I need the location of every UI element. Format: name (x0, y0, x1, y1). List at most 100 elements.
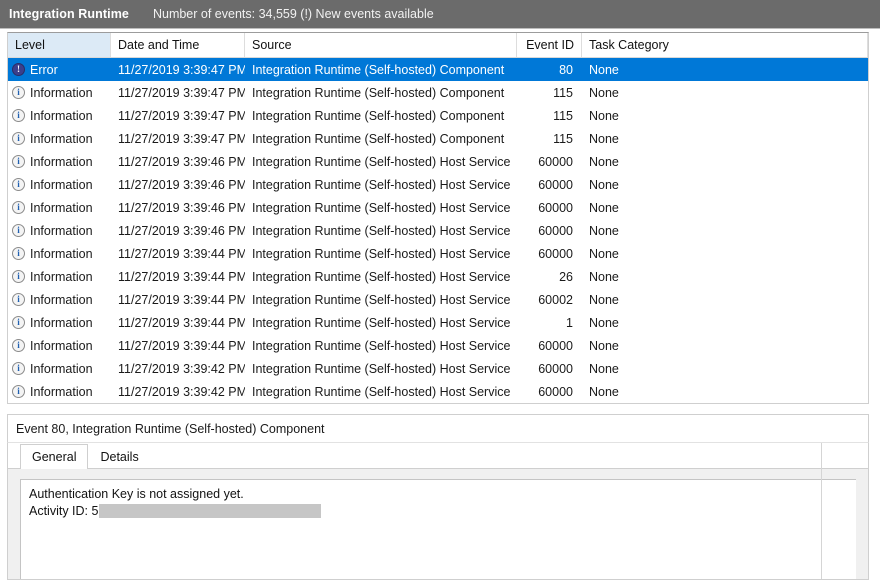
column-header-label: Source (252, 38, 292, 52)
cell-event-id: 1 (517, 311, 582, 334)
level-label: Information (30, 293, 93, 307)
cell-task-category: None (582, 357, 868, 380)
level-label: Information (30, 178, 93, 192)
cell-level: iInformation (8, 196, 111, 219)
cell-source: Integration Runtime (Self-hosted) Host S… (245, 311, 517, 334)
cell-task-category: None (582, 288, 868, 311)
event-row[interactable]: iInformation11/27/2019 3:39:47 PMIntegra… (8, 104, 868, 127)
event-row[interactable]: !Error11/27/2019 3:39:47 PMIntegration R… (8, 58, 868, 81)
event-detail-header: Event 80, Integration Runtime (Self-host… (7, 414, 869, 442)
cell-level: i Information (8, 380, 111, 403)
information-icon: i (12, 293, 25, 306)
information-icon: i (12, 362, 25, 375)
cell-task-category: None (582, 58, 868, 81)
level-label: Information (30, 155, 93, 169)
banner-status: Number of events: 34,559 (!) New events … (129, 7, 434, 21)
cell-task-category: None (582, 104, 868, 127)
level-label: Information (30, 132, 93, 146)
cell-date-and-time: 11/27/2019 3:39:42 PM (111, 357, 245, 380)
information-icon: i (12, 316, 25, 329)
cell-event-id: 26 (517, 265, 582, 288)
cell-source: Integration Runtime (Self-hosted) Host S… (245, 173, 517, 196)
event-row[interactable]: iInformation11/27/2019 3:39:42 PMIntegra… (8, 357, 868, 380)
tab-general[interactable]: General (20, 444, 88, 468)
event-list-header-row: Level Date and Time Source Event ID Task Cat… (8, 33, 868, 58)
event-row[interactable]: i Information 11/27/2019 3:39:42 PMIntegra… (8, 380, 868, 403)
cell-task-category: None (582, 173, 868, 196)
column-header-label: Level (15, 38, 45, 52)
cell-date-and-time: 11/27/2019 3:39:42 PM (111, 380, 245, 403)
cell-date-and-time: 11/27/2019 3:39:47 PM (111, 104, 245, 127)
cell-level: i Information (8, 173, 111, 196)
event-row[interactable]: iInformation11/27/2019 3:39:44 PMIntegra… (8, 288, 868, 311)
cell-level: iInformation (8, 334, 111, 357)
column-header-date[interactable]: Date and Time (111, 33, 245, 57)
information-icon: i (12, 270, 25, 283)
event-message-box[interactable]: Authentication Key is not assigned yet. … (20, 479, 856, 580)
information-icon: i (12, 339, 25, 352)
cell-source: Integration Runtime (Self-hosted) Compon… (245, 127, 517, 150)
event-row[interactable]: i Information 11/27/2019 3:39:46 PMIntegra… (8, 173, 868, 196)
column-header-source[interactable]: Source (245, 33, 517, 57)
event-row[interactable]: i Information 11/27/2019 3:39:46 PMIntegra… (8, 219, 868, 242)
event-row[interactable]: iInformation11/27/2019 3:39:44 PMIntegra… (8, 242, 868, 265)
cell-date-and-time: 11/27/2019 3:39:44 PM (111, 334, 245, 357)
cell-source: Integration Runtime (Self-hosted) Host S… (245, 242, 517, 265)
event-row[interactable]: iInformation11/27/2019 3:39:46 PMIntegra… (8, 150, 868, 173)
event-list-body[interactable]: !Error11/27/2019 3:39:47 PMIntegration R… (8, 58, 868, 403)
column-header-task[interactable]: Task Category (582, 33, 868, 57)
level-label: Information (30, 316, 93, 330)
cell-source: Integration Runtime (Self-hosted) Host S… (245, 380, 517, 403)
event-row[interactable]: iInformation11/27/2019 3:39:44 PMIntegra… (8, 265, 868, 288)
level-label: Information (30, 224, 93, 238)
cell-source: Integration Runtime (Self-hosted) Compon… (245, 104, 517, 127)
cell-task-category: None (582, 311, 868, 334)
level-label: Information (30, 247, 93, 261)
information-icon: i (12, 201, 25, 214)
column-header-event-id[interactable]: Event ID (517, 33, 582, 57)
cell-event-id: 60000 (517, 242, 582, 265)
cell-task-category: None (582, 219, 868, 242)
cell-level: !Error (8, 58, 111, 81)
cell-source: Integration Runtime (Self-hosted) Host S… (245, 150, 517, 173)
cell-source: Integration Runtime (Self-hosted) Host S… (245, 219, 517, 242)
level-label: Information (30, 385, 93, 399)
cell-source: Integration Runtime (Self-hosted) Host S… (245, 334, 517, 357)
cell-level: i Information (8, 265, 111, 288)
information-icon: i (12, 224, 25, 237)
detail-pane-right-divider (821, 443, 822, 579)
event-row[interactable]: iInformation11/27/2019 3:39:47 PMIntegra… (8, 127, 868, 150)
level-label: Information (30, 270, 93, 284)
cell-source: Integration Runtime (Self-hosted) Host S… (245, 196, 517, 219)
cell-level: i Information (8, 219, 111, 242)
cell-date-and-time: 11/27/2019 3:39:46 PM (111, 173, 245, 196)
cell-level: i Information (8, 357, 111, 380)
cell-task-category: None (582, 242, 868, 265)
level-label: Information (30, 362, 93, 376)
information-icon: i (12, 86, 25, 99)
banner-title: Integration Runtime (0, 7, 129, 21)
information-icon: i (12, 178, 25, 191)
tab-details[interactable]: Details (88, 444, 150, 468)
cell-event-id: 115 (517, 127, 582, 150)
event-row[interactable]: iInformation11/27/2019 3:39:44 PMIntegra… (8, 311, 868, 334)
column-header-level[interactable]: Level (8, 33, 111, 57)
cell-task-category: None (582, 380, 868, 403)
information-icon: i (12, 385, 25, 398)
cell-date-and-time: 11/27/2019 3:39:46 PM (111, 219, 245, 242)
cell-date-and-time: 11/27/2019 3:39:47 PM (111, 58, 245, 81)
cell-date-and-time: 11/27/2019 3:39:44 PM (111, 288, 245, 311)
event-row[interactable]: iInformation11/27/2019 3:39:44 PMIntegra… (8, 334, 868, 357)
column-header-label: Event ID (526, 38, 574, 52)
message-line-2: Activity ID: 5 (29, 503, 848, 520)
cell-date-and-time: 11/27/2019 3:39:46 PM (111, 150, 245, 173)
event-row[interactable]: iInformation11/27/2019 3:39:47 PMIntegra… (8, 81, 868, 104)
cell-level: iInformation (8, 242, 111, 265)
pane-banner: Integration Runtime Number of events: 34… (0, 0, 880, 29)
event-row[interactable]: iInformation11/27/2019 3:39:46 PMIntegra… (8, 196, 868, 219)
cell-task-category: None (582, 127, 868, 150)
tab-label: Details (100, 450, 138, 464)
cell-date-and-time: 11/27/2019 3:39:47 PM (111, 81, 245, 104)
event-list[interactable]: Level Date and Time Source Event ID Task Cat… (7, 32, 869, 404)
cell-task-category: None (582, 265, 868, 288)
